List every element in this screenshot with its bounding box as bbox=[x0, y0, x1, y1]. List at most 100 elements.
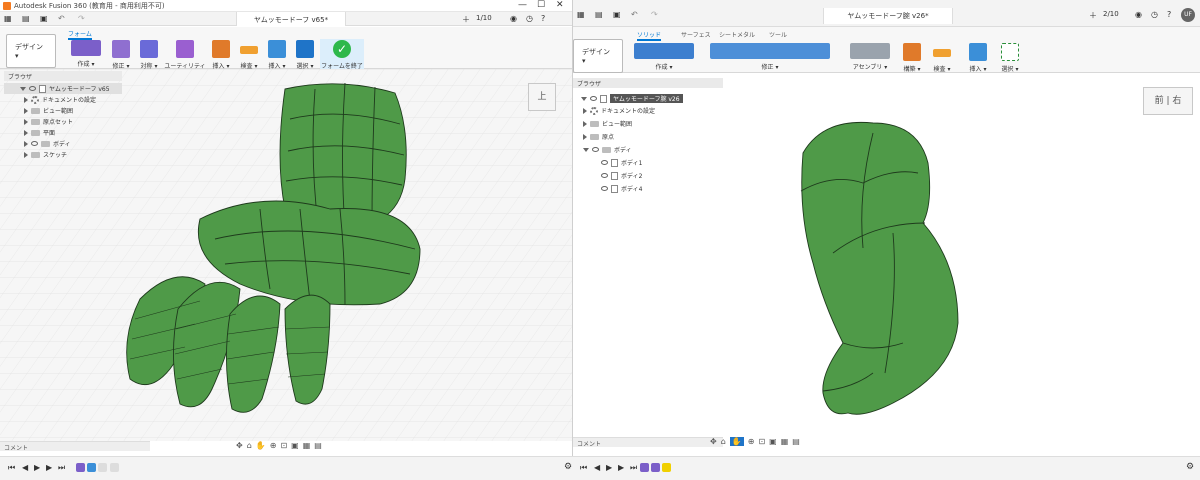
help-icon[interactable]: ? bbox=[1167, 10, 1171, 19]
grid-settings-icon[interactable]: ▦ bbox=[303, 441, 311, 450]
job-status-icon[interactable]: ◉ bbox=[1135, 10, 1142, 19]
timeline-settings-icon[interactable]: ⚙ bbox=[1186, 462, 1194, 472]
viewports-icon[interactable]: ▤ bbox=[792, 437, 800, 446]
orbit-icon[interactable]: ✥ bbox=[710, 437, 717, 446]
maximize-button[interactable]: ☐ bbox=[537, 0, 545, 10]
browser-root[interactable]: ヤムッモードーフ腕 v26 bbox=[573, 93, 723, 104]
file-icon[interactable]: ▤ bbox=[22, 14, 30, 23]
grid-settings-icon[interactable]: ▦ bbox=[781, 437, 789, 446]
workspace-button[interactable]: デザイン ▾ bbox=[573, 39, 623, 73]
timeline-play-button[interactable]: ▶ bbox=[606, 463, 612, 472]
group-create[interactable]: 作成 ▾ bbox=[66, 40, 106, 68]
workspace-button[interactable]: デザイン ▾ bbox=[6, 34, 56, 68]
notifications-icon[interactable]: ◷ bbox=[526, 14, 533, 23]
redo-icon[interactable]: ↷ bbox=[651, 10, 658, 19]
group-create[interactable]: 作成 ▾ bbox=[629, 43, 699, 71]
grid-menu-icon[interactable]: ▦ bbox=[4, 14, 12, 23]
visibility-icon[interactable] bbox=[601, 173, 608, 178]
group-inspect[interactable]: 検査 ▾ bbox=[929, 43, 955, 73]
timeline-prev-button[interactable]: ◀ bbox=[594, 463, 600, 472]
comments-bar-left[interactable]: コメント bbox=[0, 441, 150, 452]
tab-document[interactable]: ヤムッモードーフ腕 v26* bbox=[823, 8, 953, 24]
tab-sheetmetal[interactable]: シートメタル bbox=[719, 30, 755, 39]
close-button[interactable]: ✕ bbox=[556, 0, 564, 10]
fit-icon[interactable]: ⊡ bbox=[758, 437, 765, 446]
undo-icon[interactable]: ↶ bbox=[58, 14, 65, 23]
visibility-icon[interactable] bbox=[601, 160, 608, 165]
group-modify[interactable]: 修正 ▾ bbox=[705, 43, 835, 71]
tab-solid[interactable]: ソリッド bbox=[637, 30, 662, 41]
timeline-start-button[interactable]: ⏮ bbox=[8, 463, 15, 473]
timeline-play-button[interactable]: ▶ bbox=[34, 463, 40, 472]
display-settings-icon[interactable]: ▣ bbox=[769, 437, 777, 446]
group-modify[interactable]: 修正 ▾ bbox=[108, 40, 134, 70]
timeline-settings-icon[interactable]: ⚙ bbox=[564, 462, 572, 472]
visibility-icon[interactable] bbox=[601, 186, 608, 191]
timeline-features[interactable] bbox=[76, 463, 119, 474]
body-item[interactable]: ボディ2 bbox=[573, 169, 723, 182]
group-insert[interactable]: 挿入 ▾ bbox=[965, 43, 991, 73]
comments-bar-right[interactable]: コメント bbox=[573, 437, 723, 448]
tab-form[interactable]: フォーム bbox=[68, 29, 92, 40]
zoom-icon[interactable]: ⊕ bbox=[748, 437, 755, 446]
file-icon[interactable]: ▤ bbox=[595, 10, 603, 19]
timeline-start-button[interactable]: ⏮ bbox=[580, 463, 587, 473]
browser-item-bodies[interactable]: ボディ bbox=[4, 138, 122, 149]
timeline-prev-button[interactable]: ◀ bbox=[22, 463, 28, 472]
look-at-icon[interactable]: ⌂ bbox=[247, 441, 252, 450]
browser-item-planes[interactable]: 平面 bbox=[4, 127, 122, 138]
visibility-icon[interactable] bbox=[592, 147, 599, 152]
new-tab-icon[interactable]: ＋ bbox=[1089, 10, 1097, 21]
save-icon[interactable]: ▣ bbox=[40, 14, 48, 23]
user-avatar[interactable]: UF bbox=[1181, 8, 1195, 22]
save-icon[interactable]: ▣ bbox=[613, 10, 621, 19]
job-status-icon[interactable]: ◉ bbox=[510, 14, 517, 23]
tab-document[interactable]: ヤムッモードーフ v65* bbox=[236, 12, 346, 26]
browser-item-sketches[interactable]: スケッチ bbox=[4, 149, 122, 160]
undo-icon[interactable]: ↶ bbox=[631, 10, 638, 19]
viewcube[interactable]: 上 bbox=[528, 83, 556, 111]
group-insert-image[interactable]: 挿入 ▾ bbox=[264, 40, 290, 70]
viewcube[interactable]: 前 | 右 bbox=[1143, 87, 1193, 115]
browser-item-views[interactable]: ビュー範囲 bbox=[573, 117, 723, 130]
fit-icon[interactable]: ⊡ bbox=[280, 441, 287, 450]
timeline-next-button[interactable]: ▶ bbox=[618, 463, 624, 472]
body-item[interactable]: ボディ1 bbox=[573, 156, 723, 169]
pan-icon[interactable]: ✋ bbox=[256, 441, 266, 450]
tab-surface[interactable]: サーフェス bbox=[681, 30, 711, 39]
orbit-icon[interactable]: ✥ bbox=[236, 441, 243, 450]
timeline-next-button[interactable]: ▶ bbox=[46, 463, 52, 472]
zoom-icon[interactable]: ⊕ bbox=[270, 441, 277, 450]
notifications-icon[interactable]: ◷ bbox=[1151, 10, 1158, 19]
timeline-end-button[interactable]: ⏭ bbox=[58, 463, 65, 473]
timeline-end-button[interactable]: ⏭ bbox=[630, 463, 637, 473]
help-icon[interactable]: ? bbox=[541, 14, 545, 23]
visibility-icon[interactable] bbox=[29, 86, 36, 91]
tab-tools[interactable]: ツール bbox=[769, 30, 787, 39]
browser-item-settings[interactable]: ドキュメントの設定 bbox=[4, 94, 122, 105]
browser-item-origin[interactable]: 原点セット bbox=[4, 116, 122, 127]
group-construct[interactable]: 構築 ▾ bbox=[899, 43, 925, 73]
viewports-icon[interactable]: ▤ bbox=[314, 441, 322, 450]
timeline-features[interactable] bbox=[640, 463, 672, 474]
browser-item-views[interactable]: ビュー範囲 bbox=[4, 105, 122, 116]
browser-item-origin[interactable]: 原点 bbox=[573, 130, 723, 143]
display-settings-icon[interactable]: ▣ bbox=[291, 441, 299, 450]
pan-icon[interactable]: ✋ bbox=[729, 437, 744, 446]
body-item[interactable]: ボディ4 bbox=[573, 182, 723, 195]
visibility-icon[interactable] bbox=[31, 141, 38, 146]
grid-menu-icon[interactable]: ▦ bbox=[577, 10, 585, 19]
group-inspect[interactable]: 検査 ▾ bbox=[236, 40, 262, 70]
group-select[interactable]: 選択 ▾ bbox=[997, 43, 1023, 73]
look-at-icon[interactable]: ⌂ bbox=[721, 437, 726, 446]
new-tab-icon[interactable]: ＋ bbox=[462, 14, 470, 25]
group-select[interactable]: 選択 ▾ bbox=[292, 40, 318, 70]
browser-item-settings[interactable]: ドキュメントの設定 bbox=[573, 104, 723, 117]
group-insert[interactable]: 挿入 ▾ bbox=[208, 40, 234, 70]
redo-icon[interactable]: ↷ bbox=[78, 14, 85, 23]
group-symmetry[interactable]: 対称 ▾ bbox=[136, 40, 162, 70]
browser-item-bodies[interactable]: ボディ bbox=[573, 143, 723, 156]
visibility-icon[interactable] bbox=[590, 96, 597, 101]
group-assemble[interactable]: アセンブリ ▾ bbox=[845, 43, 895, 71]
minimize-button[interactable]: — bbox=[518, 0, 527, 10]
